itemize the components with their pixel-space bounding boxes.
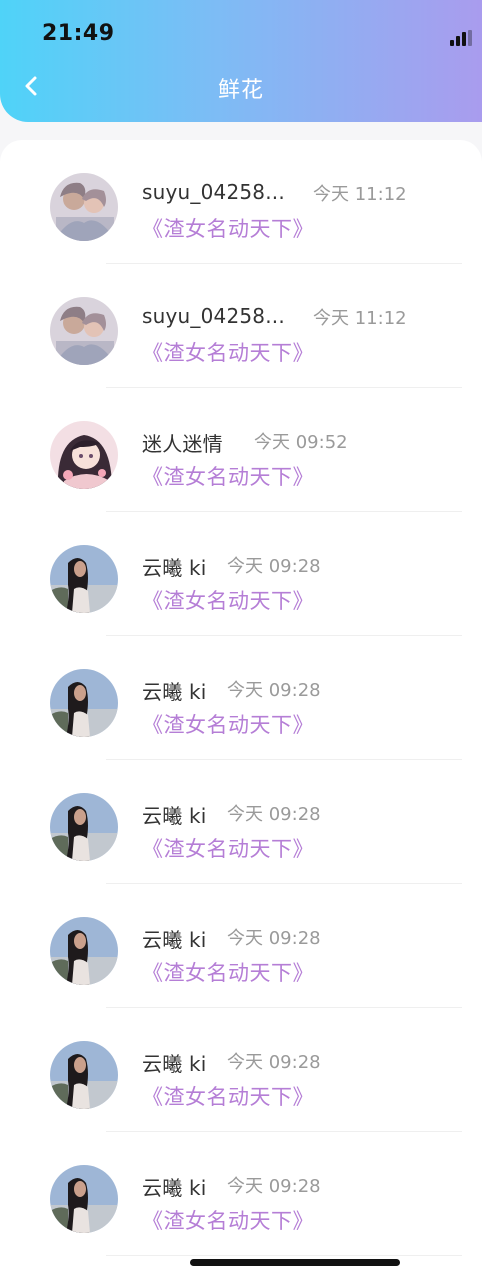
book-title-link[interactable]: 《渣女名动天下》 — [142, 585, 314, 615]
signal-strength-icon — [450, 30, 472, 46]
avatar[interactable] — [50, 669, 118, 737]
couple-avatar-image — [50, 297, 118, 365]
book-title-link[interactable]: 《渣女名动天下》 — [142, 957, 314, 987]
username: 云曦 ki — [142, 804, 207, 828]
list-item[interactable]: 云曦 ki 今天 09:28 《渣女名动天下》 — [0, 512, 482, 636]
avatar[interactable] — [50, 545, 118, 613]
username: suyu_04258... — [142, 304, 285, 328]
book-title-link[interactable]: 《渣女名动天下》 — [142, 709, 314, 739]
woman-sky-avatar-image — [50, 1041, 118, 1109]
timestamp: 今天 09:28 — [227, 1052, 321, 1073]
username: 云曦 ki — [142, 556, 207, 580]
woman-sky-avatar-image — [50, 1165, 118, 1233]
book-title-link[interactable]: 《渣女名动天下》 — [142, 337, 314, 367]
list-item[interactable]: 云曦 ki 今天 09:28 《渣女名动天下》 — [0, 1008, 482, 1132]
list-item[interactable]: 云曦 ki 今天 09:28 《渣女名动天下》 — [0, 760, 482, 884]
timestamp: 今天 09:28 — [227, 928, 321, 949]
book-title-link[interactable]: 《渣女名动天下》 — [142, 1205, 314, 1235]
timestamp: 今天 09:28 — [227, 680, 321, 701]
username: 云曦 ki — [142, 1052, 207, 1076]
avatar[interactable] — [50, 1041, 118, 1109]
timestamp: 今天 11:12 — [313, 184, 407, 205]
book-title-link[interactable]: 《渣女名动天下》 — [142, 1081, 314, 1111]
timestamp: 今天 11:12 — [313, 308, 407, 329]
book-title-link[interactable]: 《渣女名动天下》 — [142, 833, 314, 863]
book-title-link[interactable]: 《渣女名动天下》 — [142, 213, 314, 243]
timestamp: 今天 09:28 — [227, 804, 321, 825]
username: 迷人迷情 — [142, 432, 223, 456]
home-indicator[interactable] — [190, 1259, 400, 1266]
timestamp: 今天 09:28 — [227, 556, 321, 577]
list-item[interactable]: 云曦 ki 今天 09:28 《渣女名动天下》 — [0, 636, 482, 760]
woman-sky-avatar-image — [50, 917, 118, 985]
page-title: 鲜花 — [217, 78, 264, 103]
header-bar: 21:49 鲜花 — [0, 0, 482, 122]
username: suyu_04258... — [142, 180, 285, 204]
woman-sky-avatar-image — [50, 545, 118, 613]
timestamp: 今天 09:52 — [254, 432, 348, 453]
avatar[interactable] — [50, 1165, 118, 1233]
list-item[interactable]: 迷人迷情 今天 09:52 《渣女名动天下》 — [0, 388, 482, 512]
avatar[interactable] — [50, 917, 118, 985]
list-item[interactable]: suyu_04258... 今天 11:12 《渣女名动天下》 — [0, 264, 482, 388]
couple-avatar-image — [50, 173, 118, 241]
avatar[interactable] — [50, 297, 118, 365]
flower-list: suyu_04258... 今天 11:12 《渣女名动天下》 suyu_042… — [0, 140, 482, 1280]
avatar[interactable] — [50, 421, 118, 489]
anime-girl-avatar-image — [50, 421, 118, 489]
divider — [106, 1255, 462, 1256]
username: 云曦 ki — [142, 928, 207, 952]
avatar[interactable] — [50, 793, 118, 861]
status-bar-time: 21:49 — [42, 21, 115, 46]
list-item[interactable]: 云曦 ki 今天 09:28 《渣女名动天下》 — [0, 1132, 482, 1256]
woman-sky-avatar-image — [50, 793, 118, 861]
woman-sky-avatar-image — [50, 669, 118, 737]
list-item[interactable]: 云曦 ki 今天 09:28 《渣女名动天下》 — [0, 884, 482, 1008]
book-title-link[interactable]: 《渣女名动天下》 — [142, 461, 314, 491]
timestamp: 今天 09:28 — [227, 1176, 321, 1197]
username: 云曦 ki — [142, 680, 207, 704]
username: 云曦 ki — [142, 1176, 207, 1200]
list-item[interactable]: suyu_04258... 今天 11:12 《渣女名动天下》 — [0, 140, 482, 264]
avatar[interactable] — [50, 173, 118, 241]
